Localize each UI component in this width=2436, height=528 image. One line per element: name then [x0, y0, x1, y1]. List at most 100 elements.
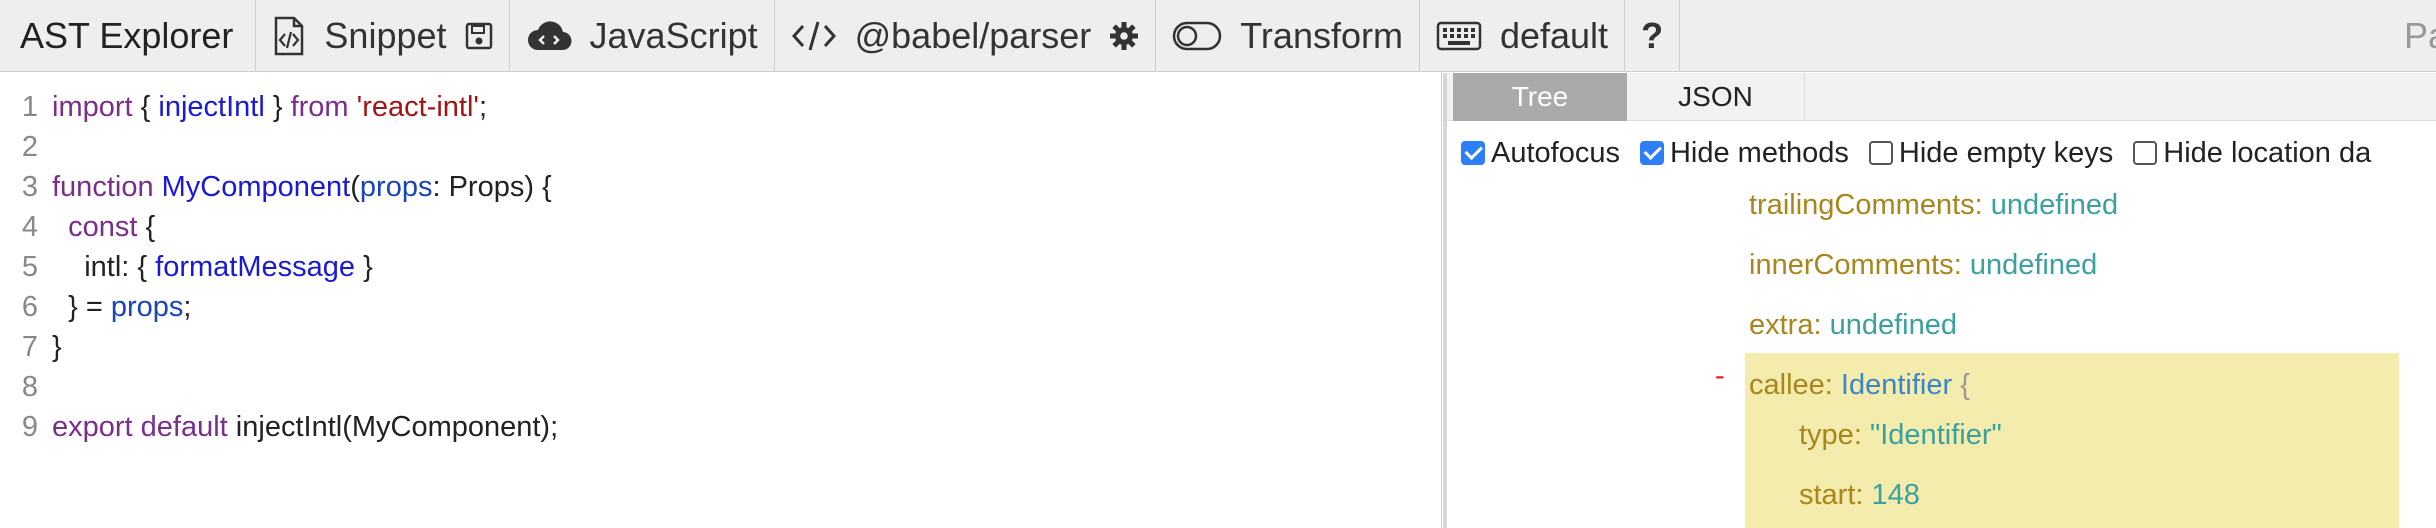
- tree-node-extra[interactable]: extra: undefined: [1749, 305, 1957, 345]
- code-token: import: [52, 91, 133, 123]
- line-number: 2: [21, 131, 38, 163]
- code-line[interactable]: 7}: [0, 327, 62, 367]
- code-editor[interactable]: 1 import { injectIntl } from 'react-intl'…: [0, 73, 1442, 528]
- code-token: : Props) {: [432, 171, 552, 203]
- tree-value: undefined: [1969, 249, 2098, 281]
- code-token: export: [52, 411, 133, 443]
- transform-label: Transform: [1240, 14, 1403, 56]
- ast-panel: Tree JSON Autofocus Hide methods Hide em…: [1443, 73, 2436, 528]
- hide-empty-keys-option[interactable]: Hide empty keys: [1868, 136, 2114, 170]
- language-label: JavaScript: [589, 14, 758, 56]
- tab-json[interactable]: JSON: [1627, 73, 1805, 121]
- collapse-toggle[interactable]: -: [1715, 360, 1725, 393]
- code-line[interactable]: 6 } = props;: [0, 287, 192, 327]
- tree-options: Autofocus Hide methods Hide empty keys H…: [1461, 133, 2371, 173]
- line-number: 1: [21, 91, 38, 123]
- language-menu[interactable]: JavaScript: [510, 0, 775, 71]
- tree-value: "Identifier": [1869, 419, 2002, 451]
- code-line[interactable]: 8: [0, 367, 52, 407]
- line-number: 4: [21, 211, 38, 243]
- line-number: 5: [21, 251, 38, 283]
- hide-methods-checkbox[interactable]: [1639, 141, 1664, 165]
- tree-node-type: Identifier: [1840, 369, 1953, 401]
- tree-node-callee[interactable]: callee: Identifier {: [1749, 365, 1970, 405]
- code-line[interactable]: 5 intl: { formatMessage }: [0, 247, 373, 287]
- code-token: intl: {: [52, 251, 156, 283]
- keyboard-icon: [1436, 21, 1482, 51]
- code-line[interactable]: 4 const {: [0, 207, 155, 247]
- cloud-code-icon: [526, 18, 572, 54]
- snippet-label: Snippet: [324, 14, 447, 56]
- hide-location-option[interactable]: Hide location da: [2133, 137, 2371, 170]
- code-token: from: [290, 91, 349, 123]
- line-number: 7: [21, 331, 38, 363]
- line-number: 6: [21, 291, 38, 323]
- app-title: AST Explorer: [0, 0, 257, 71]
- code-token: ;: [183, 291, 192, 323]
- line-number: 8: [21, 371, 38, 403]
- hide-location-checkbox[interactable]: [2133, 141, 2158, 165]
- tree-key: trailingComments: [1749, 189, 1975, 221]
- tree-value: undefined: [1990, 189, 2119, 221]
- tree-value: undefined: [1829, 309, 1958, 341]
- tree-key: start: [1799, 479, 1856, 511]
- parser-menu[interactable]: @babel/parser: [775, 0, 1157, 71]
- transform-toggle[interactable]: Transform: [1156, 0, 1420, 71]
- code-token: } =: [52, 291, 111, 323]
- code-token: props: [110, 291, 184, 323]
- code-line[interactable]: 1 import { injectIntl } from 'react-intl'…: [0, 87, 487, 127]
- help-icon: ?: [1641, 14, 1664, 56]
- code-token: }: [264, 91, 291, 123]
- toggle-off-icon: [1172, 20, 1222, 52]
- tree-key: type: [1799, 419, 1854, 451]
- code-token: const: [68, 211, 138, 243]
- code-token: (: [350, 171, 360, 203]
- code-token: function: [52, 171, 154, 203]
- tree-node-trailing-comments[interactable]: trailingComments: undefined: [1749, 185, 2118, 225]
- code-token: {: [137, 211, 156, 243]
- tree-key: innerComments: [1749, 249, 1954, 281]
- code-token: default: [140, 411, 228, 443]
- code-token: injectIntl: [158, 91, 265, 123]
- code-token: }: [52, 331, 62, 363]
- code-token: }: [355, 251, 373, 283]
- code-token: props: [359, 171, 433, 203]
- hide-empty-keys-checkbox[interactable]: [1868, 141, 1893, 165]
- save-icon[interactable]: [465, 22, 493, 50]
- line-number: 3: [21, 171, 38, 203]
- code-token: MyComponent: [161, 171, 351, 203]
- output-tabs: Tree JSON: [1447, 73, 2436, 121]
- tree-key: callee: [1749, 369, 1825, 401]
- code-token: formatMessage: [155, 251, 356, 283]
- file-code-icon: [272, 16, 306, 56]
- tree-key: extra: [1749, 309, 1814, 341]
- hide-methods-option[interactable]: Hide methods: [1639, 137, 1849, 170]
- keymap-menu[interactable]: default: [1420, 0, 1626, 71]
- autofocus-option[interactable]: Autofocus: [1461, 137, 1620, 170]
- tree-brace: {: [1960, 369, 1970, 401]
- code-token: ;: [478, 91, 487, 123]
- tree-node-type[interactable]: type: "Identifier": [1799, 415, 2002, 455]
- keymap-label: default: [1499, 14, 1609, 56]
- hide-empty-keys-label: Hide empty keys: [1898, 136, 2114, 169]
- toolbar-truncated-text: Pa: [2403, 15, 2436, 56]
- parser-label: @babel/parser: [854, 14, 1092, 56]
- autofocus-label: Autofocus: [1491, 136, 1620, 169]
- code-line[interactable]: 2: [0, 127, 52, 167]
- help-button[interactable]: ?: [1625, 0, 1681, 71]
- tab-tree[interactable]: Tree: [1453, 73, 1627, 121]
- tree-node-inner-comments[interactable]: innerComments: undefined: [1749, 245, 2097, 285]
- code-line[interactable]: 3 function MyComponent(props: Props) {: [0, 167, 552, 207]
- code-line[interactable]: 9 export default injectIntl(MyComponent);: [0, 407, 558, 447]
- toolbar: AST Explorer Snippet JavaScript @babel/p…: [0, 0, 2436, 72]
- line-number: 9: [21, 411, 38, 443]
- snippet-menu[interactable]: Snippet: [256, 0, 510, 71]
- tree-node-start[interactable]: start: 148: [1799, 475, 1920, 515]
- autofocus-checkbox[interactable]: [1461, 141, 1485, 165]
- gear-icon[interactable]: [1109, 21, 1139, 51]
- hide-location-label: Hide location da: [2163, 136, 2372, 169]
